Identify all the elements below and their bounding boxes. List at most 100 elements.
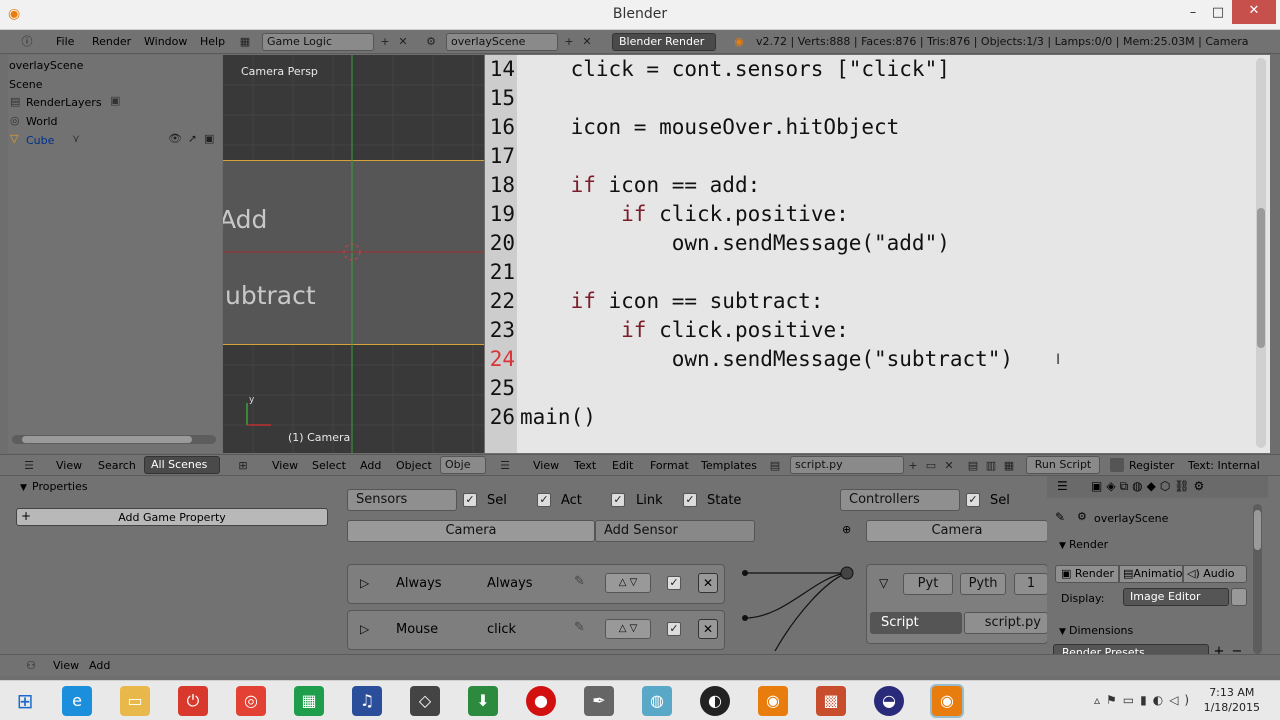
expand-triangle-icon[interactable]: ▷	[360, 576, 369, 590]
remove-sensor-button[interactable]: ✕	[698, 573, 718, 593]
render-camera-icon[interactable]: ▣	[204, 132, 214, 145]
taskbar-clock[interactable]: 7:13 AM 1/18/2015	[1204, 685, 1260, 715]
scrollbar-thumb[interactable]	[1254, 510, 1261, 550]
text-format-menu[interactable]: Format	[650, 459, 689, 472]
collapse-triangle-icon[interactable]: ▼	[1059, 627, 1066, 637]
viewport-object-menu[interactable]: Object	[396, 459, 432, 472]
collapse-triangle-icon[interactable]: ▽	[879, 576, 888, 590]
outliner-item-scene[interactable]: Scene	[9, 78, 43, 91]
unlink-text-icon[interactable]: ✕	[940, 457, 958, 475]
controller-type-select[interactable]: Pyt	[903, 573, 953, 595]
viewport-mode-select[interactable]: Obje	[440, 456, 486, 474]
text-browse-icon[interactable]: ▤	[766, 457, 784, 475]
render-section-title[interactable]: Render	[1069, 538, 1108, 551]
sensors-sel-checkbox[interactable]: ✓	[463, 493, 477, 507]
menu-render[interactable]: Render	[92, 35, 131, 48]
scrollbar-thumb[interactable]	[1257, 208, 1265, 348]
render-engine-select[interactable]: Blender Render	[612, 33, 716, 51]
controller-priority-field[interactable]: 1	[1014, 573, 1048, 595]
sensor-name-always[interactable]: Always	[487, 576, 533, 591]
properties-scrollbar[interactable]	[1253, 504, 1262, 654]
text-edit-menu[interactable]: Edit	[612, 459, 633, 472]
add-game-property-button[interactable]: + Add Game Property	[16, 508, 328, 526]
internet-explorer-icon[interactable]: e	[62, 686, 92, 716]
script-mode-select[interactable]: Script	[870, 612, 962, 634]
minimize-button[interactable]: –	[1182, 2, 1204, 24]
renderlayer-toggle-icon[interactable]: ▣	[110, 94, 120, 107]
logic-view-menu[interactable]: View	[53, 659, 79, 672]
sensor-active-checkbox[interactable]: ✓	[667, 622, 681, 636]
text-file-select[interactable]: script.py	[790, 456, 904, 474]
download-icon[interactable]: ⬇	[468, 686, 498, 716]
sensors-dropdown[interactable]: Sensors	[347, 489, 457, 511]
dimensions-section-title[interactable]: Dimensions	[1069, 624, 1133, 637]
remove-sensor-button[interactable]: ✕	[698, 619, 718, 639]
properties-editor-type-icon[interactable]: ☰	[1057, 479, 1068, 493]
register-checkbox[interactable]	[1110, 458, 1124, 472]
outliner-scrollbar[interactable]	[12, 435, 216, 444]
screen-layout-icon[interactable]: ▦	[236, 33, 254, 51]
outliner-item-renderlayers[interactable]: RenderLayers	[26, 96, 102, 109]
audio-button[interactable]: ◁) Audio	[1183, 565, 1247, 583]
outliner-item-world[interactable]: World	[26, 115, 58, 128]
add-layout-icon[interactable]: +	[376, 33, 394, 51]
blender-active-icon[interactable]: ◉	[932, 686, 962, 716]
display-select[interactable]: Image Editor	[1123, 588, 1229, 606]
maximize-button[interactable]: □	[1207, 2, 1229, 24]
render-button[interactable]: ▣ Render	[1055, 565, 1119, 583]
visibility-eye-icon[interactable]: 👁	[168, 132, 182, 145]
script-file-field[interactable]: script.py	[964, 612, 1048, 634]
animation-button[interactable]: ▤Animatio	[1119, 565, 1183, 583]
power-icon[interactable]: ⏻	[178, 686, 208, 716]
viewport-editor-type-icon[interactable]: ⊞	[234, 457, 252, 475]
record-icon[interactable]: ●	[526, 686, 556, 716]
scene-select[interactable]: overlayScene	[446, 33, 558, 51]
move-up-down-icon[interactable]: △ ▽	[605, 573, 651, 593]
menu-file[interactable]: File	[56, 35, 74, 48]
scrollbar-thumb[interactable]	[22, 436, 192, 443]
eclipse-icon[interactable]: ◒	[874, 686, 904, 716]
text-editor-type-icon[interactable]: ☰	[496, 457, 514, 475]
screen-layout-select[interactable]: Game Logic	[262, 33, 374, 51]
word-wrap-toggle-icon[interactable]: ▥	[982, 457, 1000, 475]
inkscape-icon[interactable]: ✒	[584, 686, 614, 716]
image-app-icon[interactable]: ▩	[816, 686, 846, 716]
delete-scene-icon[interactable]: ✕	[578, 33, 596, 51]
windows-start-icon[interactable]: ⊞	[10, 686, 40, 716]
viewport-add-menu[interactable]: Add	[360, 459, 381, 472]
delete-layout-icon[interactable]: ✕	[394, 33, 412, 51]
3d-viewport[interactable]: Camera Persp Add ubtract y (1) Camera	[223, 55, 484, 453]
logic-add-menu[interactable]: Add	[89, 659, 110, 672]
blender-icon[interactable]: ◉	[758, 686, 788, 716]
editor-type-icon[interactable]: ⓘ	[18, 33, 36, 51]
pin-icon[interactable]: ✎	[574, 574, 585, 589]
unity-icon[interactable]: ◇	[410, 686, 440, 716]
chrome-icon[interactable]: ◎	[236, 686, 266, 716]
sensor-active-checkbox[interactable]: ✓	[667, 576, 681, 590]
viewport-select-menu[interactable]: Select	[312, 459, 346, 472]
text-editor[interactable]: 14 click = cont.sensors ["click"] 15 16 ic…	[485, 55, 1270, 453]
run-script-button[interactable]: Run Script	[1026, 456, 1100, 474]
new-text-icon[interactable]: +	[904, 457, 922, 475]
collapse-triangle-icon[interactable]: ▼	[1059, 541, 1066, 551]
globe-icon[interactable]: ◍	[642, 686, 672, 716]
outliner-search-menu[interactable]: Search	[98, 459, 136, 472]
controller-name-field[interactable]: Pyth	[960, 573, 1006, 595]
text-text-menu[interactable]: Text	[574, 459, 596, 472]
outliner-item-overlayscene[interactable]: overlayScene	[9, 59, 83, 72]
properties-tabs-icon[interactable]: ▣◈⧉◍◆⬡⛓⚙	[1091, 479, 1208, 494]
outliner-display-select[interactable]: All Scenes	[144, 456, 220, 474]
outliner-view-menu[interactable]: View	[56, 459, 82, 472]
spreadsheet-icon[interactable]: ▦	[294, 686, 324, 716]
add-sensor-dropdown[interactable]: Add Sensor	[595, 520, 755, 542]
system-tray-icons[interactable]: ▵⚑▭▮◐◁)	[1094, 693, 1195, 707]
outliner-editor-type-icon[interactable]: ☰	[20, 457, 38, 475]
collapse-triangle-icon[interactable]: ▼	[20, 483, 27, 493]
expand-triangle-icon[interactable]: ▷	[360, 622, 369, 636]
open-text-icon[interactable]: ▭	[922, 457, 940, 475]
add-link-icon[interactable]: ⊕	[842, 523, 851, 536]
controllers-sel-checkbox[interactable]: ✓	[966, 493, 980, 507]
blender-alt-icon[interactable]: ◐	[700, 686, 730, 716]
logic-editor-type-icon[interactable]: ⚇	[22, 657, 40, 675]
add-scene-icon[interactable]: +	[560, 33, 578, 51]
